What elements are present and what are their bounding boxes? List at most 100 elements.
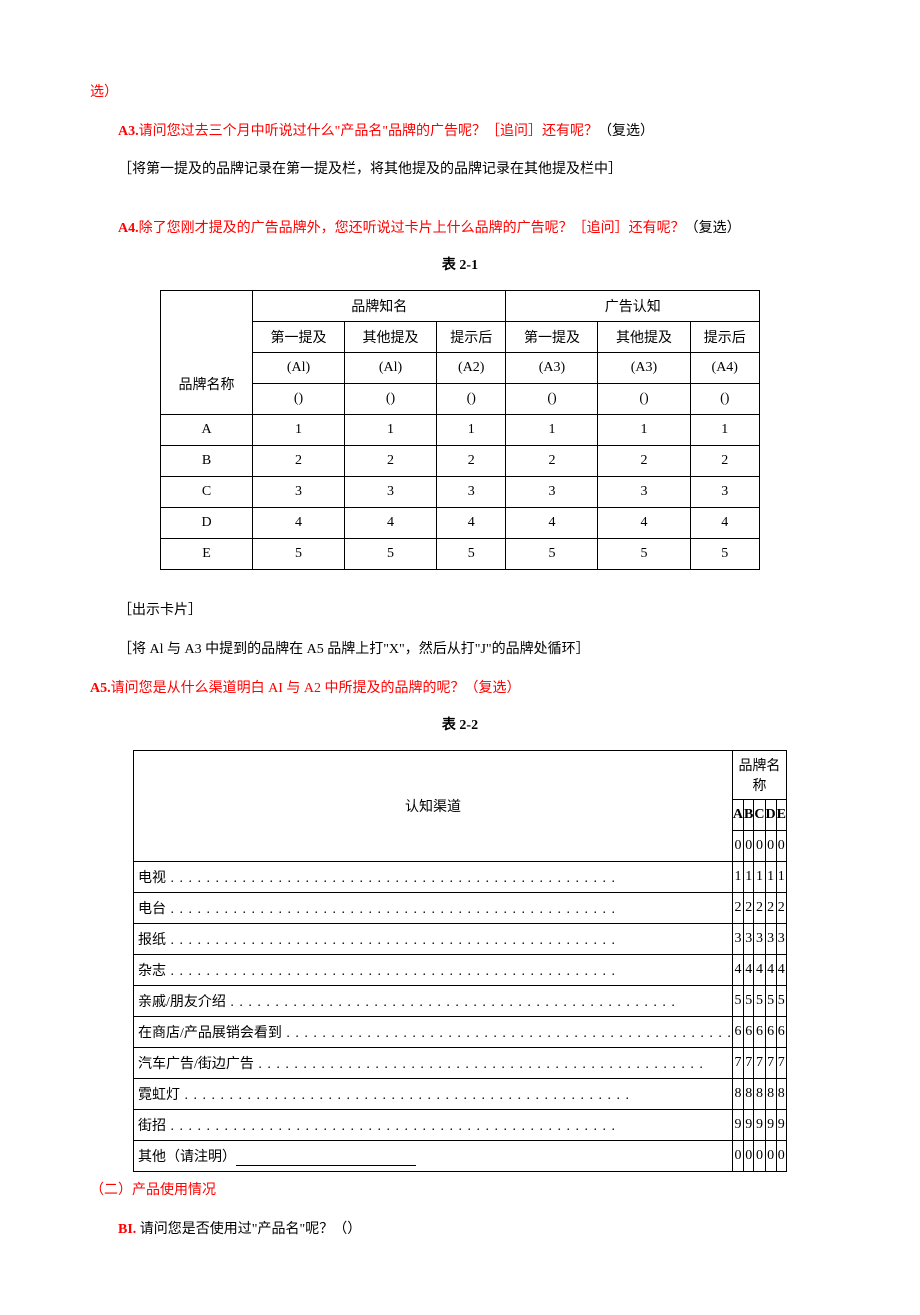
t2-cell: 6 (754, 1017, 765, 1048)
t2-brand-col: B (744, 800, 754, 831)
question-a5: A5.请问您是从什么渠道明白 AI 与 A2 中所提及的品牌的呢？（复选） (90, 676, 830, 703)
table-2-1: 品牌知名 广告认知 第一提及 其他提及 提示后 第一提及 其他提及 提示后 品牌… (160, 290, 760, 570)
t2-cell: 3 (776, 924, 786, 955)
table-row: 霓虹灯88888 (134, 1079, 787, 1110)
t1-subheader: 其他提及 (598, 322, 690, 353)
t1-subheader: 提示后 (437, 322, 506, 353)
q-a3-text: 请问您过去三个月中听说过什么"产品名"品牌的广告呢？［追问］还有呢？ (139, 124, 598, 139)
table-row: 在商店/产品展销会看到66666 (134, 1017, 787, 1048)
t1-subheader: 提示后 (690, 322, 760, 353)
t2-brand-col: D (765, 800, 776, 831)
t2-right-header: 品牌名称 (732, 751, 786, 800)
t1-brand-name: E (161, 539, 253, 570)
t2-cell: 3 (732, 924, 743, 955)
t2-channel: 电视 (134, 862, 733, 893)
t2-cell: 2 (776, 893, 786, 924)
t2-cell: 7 (744, 1048, 754, 1079)
t2-cell: 9 (754, 1110, 765, 1141)
t1-group-header: 广告认知 (506, 291, 760, 322)
t2-cell: 0 (765, 1141, 776, 1172)
t2-cell: 7 (732, 1048, 743, 1079)
t2-cell: 0 (776, 1141, 786, 1172)
mid-note-1: ［出示卡片］ (90, 598, 830, 625)
table-row: 杂志44444 (134, 955, 787, 986)
t2-cell: 8 (765, 1079, 776, 1110)
q-a3-label: A3. (118, 124, 139, 139)
table-row: 街招99999 (134, 1110, 787, 1141)
t1-cell: 3 (253, 477, 345, 508)
t2-cell: 9 (744, 1110, 754, 1141)
table-row: 亲戚/朋友介绍55555 (134, 986, 787, 1017)
t2-cell: 0 (732, 1141, 743, 1172)
t2-brand-col: C (754, 800, 765, 831)
t1-code: (A3) (598, 353, 690, 384)
q-a4-label: A4. (118, 221, 139, 236)
t1-cell: 5 (345, 539, 437, 570)
t2-cell: 5 (776, 986, 786, 1017)
t1-cell: 2 (506, 446, 598, 477)
t1-cell: 3 (437, 477, 506, 508)
document-page: 选） A3.请问您过去三个月中听说过什么"产品名"品牌的广告呢？［追问］还有呢？… (0, 0, 920, 1315)
t2-channel: 杂志 (134, 955, 733, 986)
t2-cell: 3 (744, 924, 754, 955)
t2-cell: 7 (754, 1048, 765, 1079)
q-a5-label: A5. (90, 681, 111, 696)
t2-cell: 2 (765, 893, 776, 924)
t1-cell: 1 (690, 415, 760, 446)
t2-zero: 0 (765, 831, 776, 862)
t1-cell: 4 (690, 508, 760, 539)
t2-cell: 1 (765, 862, 776, 893)
t1-cell: 2 (437, 446, 506, 477)
t2-cell: 5 (765, 986, 776, 1017)
t1-cell: 5 (253, 539, 345, 570)
t1-cell: 2 (690, 446, 760, 477)
t1-cell: 4 (437, 508, 506, 539)
t1-brand-name: C (161, 477, 253, 508)
t1-cell: 4 (598, 508, 690, 539)
t2-cell: 9 (765, 1110, 776, 1141)
t2-cell: 5 (754, 986, 765, 1017)
t1-cell: 3 (690, 477, 760, 508)
table-row: E555555 (161, 539, 760, 570)
t1-code: (Al) (345, 353, 437, 384)
table-row: 电视11111 (134, 862, 787, 893)
table-row: 报纸33333 (134, 924, 787, 955)
t2-cell: 7 (776, 1048, 786, 1079)
t2-channel: 在商店/产品展销会看到 (134, 1017, 733, 1048)
t2-left-header: 认知渠道 (134, 751, 733, 862)
t2-cell: 2 (744, 893, 754, 924)
t1-subheader: 第一提及 (506, 322, 598, 353)
t2-channel: 报纸 (134, 924, 733, 955)
t2-cell: 6 (776, 1017, 786, 1048)
t1-cell: 5 (690, 539, 760, 570)
q-a5-text: 请问您是从什么渠道明白 AI 与 A2 中所提及的品牌的呢？（复选） (111, 681, 521, 696)
t2-brand-col: E (776, 800, 786, 831)
question-a3: A3.请问您过去三个月中听说过什么"产品名"品牌的广告呢？［追问］还有呢？（复选… (90, 119, 830, 146)
t2-channel: 霓虹灯 (134, 1079, 733, 1110)
t2-cell: 0 (754, 1141, 765, 1172)
t1-cell: 5 (598, 539, 690, 570)
t1-brand-name: D (161, 508, 253, 539)
t2-channel: 电台 (134, 893, 733, 924)
t2-cell: 1 (732, 862, 743, 893)
t2-channel: 汽车广告/街边广告 (134, 1048, 733, 1079)
t1-paren: () (690, 384, 760, 415)
t1-group-header: 品牌知名 (253, 291, 506, 322)
t2-brand-col: A (732, 800, 743, 831)
t1-cell: 4 (253, 508, 345, 539)
t1-code: (Al) (253, 353, 345, 384)
q-a4-text: 除了您刚才提及的广告品牌外，您还听说过卡片上什么品牌的广告呢？［追问］还有呢？ (139, 221, 685, 236)
t2-cell: 6 (765, 1017, 776, 1048)
t2-cell: 2 (732, 893, 743, 924)
t2-cell: 4 (765, 955, 776, 986)
t2-channel: 其他（请注明） (134, 1141, 733, 1172)
t2-cell: 2 (754, 893, 765, 924)
t1-cell: 1 (345, 415, 437, 446)
t2-cell: 4 (744, 955, 754, 986)
t2-cell: 4 (754, 955, 765, 986)
t2-channel: 亲戚/朋友介绍 (134, 986, 733, 1017)
table-row: B222222 (161, 446, 760, 477)
q-a3-note: ［将第一提及的品牌记录在第一提及栏，将其他提及的品牌记录在其他提及栏中］ (90, 157, 830, 184)
t1-paren: () (598, 384, 690, 415)
t1-cell: 2 (598, 446, 690, 477)
